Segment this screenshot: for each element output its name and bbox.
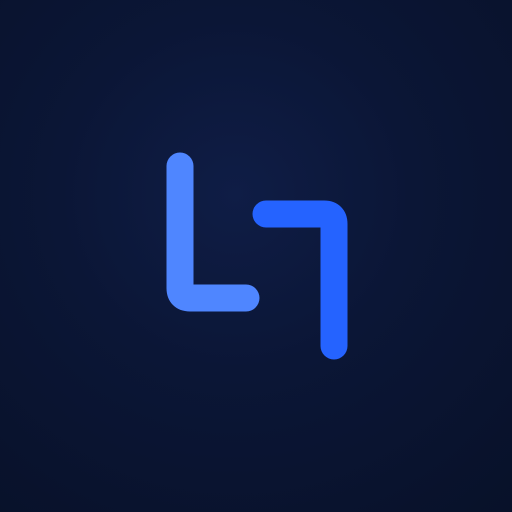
logo-left-stroke bbox=[166, 152, 260, 312]
logo-mark-icon bbox=[166, 152, 348, 360]
app-icon-background bbox=[0, 0, 512, 512]
logo-right-stroke bbox=[252, 200, 348, 360]
